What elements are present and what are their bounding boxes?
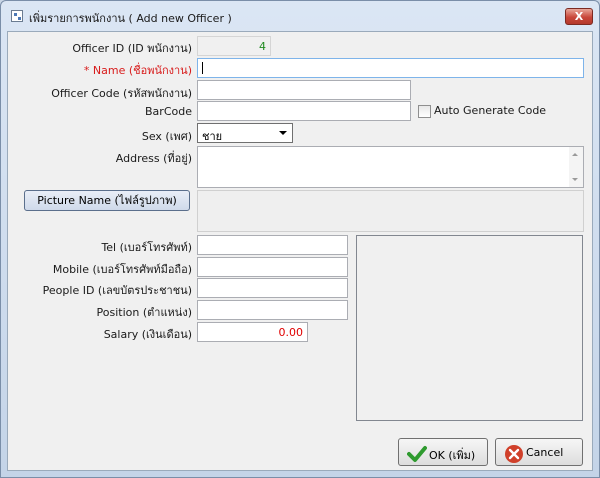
window-title: เพิ่มรายการพนักงาน ( Add new Officer ) (29, 12, 232, 25)
officer-id-field: 4 (197, 36, 271, 56)
checkmark-icon (407, 446, 427, 462)
position-field[interactable] (197, 300, 348, 320)
name-field[interactable] (197, 58, 584, 78)
form-area: Officer ID (ID พนักงาน) 4 * Name (ชื่อพน… (7, 31, 593, 471)
auto-generate-label: Auto Generate Code (434, 104, 547, 117)
position-label: Position (ตำแหน่ง) (96, 306, 192, 319)
officer-code-label: Officer Code (รหัสพนักงาน) (51, 87, 192, 100)
app-icon (11, 10, 23, 22)
salary-field[interactable]: 0.00 (197, 322, 308, 342)
chevron-down-icon (279, 131, 287, 135)
tel-label: Tel (เบอร์โทรศัพท์) (101, 241, 192, 254)
title-bar: เพิ่มรายการพนักงาน ( Add new Officer ) X (1, 1, 599, 31)
address-field[interactable] (197, 146, 584, 188)
name-label: * Name (ชื่อพนักงาน) (83, 64, 192, 77)
mobile-label: Mobile (เบอร์โทรศัพท์มือถือ) (52, 263, 192, 276)
sex-label: Sex (เพศ) (141, 130, 192, 143)
cancel-icon (505, 445, 523, 463)
people-id-field[interactable] (197, 278, 348, 298)
sex-select-value: ชาย (202, 130, 223, 143)
scroll-up-icon[interactable] (572, 153, 578, 156)
photo-preview (356, 235, 583, 421)
ok-button[interactable]: OK (เพิ่ม) (398, 438, 488, 466)
people-id-label: People ID (เลขบัตรประชาชน) (42, 284, 192, 297)
address-scrollbar[interactable] (569, 147, 583, 187)
close-button[interactable]: X (565, 8, 593, 25)
barcode-field[interactable] (197, 101, 411, 121)
officer-code-field[interactable] (197, 80, 411, 100)
scroll-down-icon[interactable] (572, 178, 578, 181)
barcode-label: BarCode (145, 105, 192, 118)
tel-field[interactable] (197, 235, 348, 255)
auto-generate-checkbox[interactable] (418, 105, 431, 118)
salary-label: Salary (เงินเดือน) (103, 328, 192, 341)
officer-id-label: Officer ID (ID พนักงาน) (72, 42, 192, 55)
text-caret (202, 62, 203, 74)
mobile-field[interactable] (197, 257, 348, 277)
ok-button-label: OK (เพิ่ม) (429, 449, 476, 462)
sex-select[interactable]: ชาย (197, 123, 293, 143)
address-label: Address (ที่อยู่) (115, 152, 192, 165)
cancel-button[interactable]: Cancel (495, 438, 583, 466)
dialog-window: เพิ่มรายการพนักงาน ( Add new Officer ) X… (0, 0, 600, 478)
picture-name-button[interactable]: Picture Name (ไฟล์รูปภาพ) (24, 190, 190, 211)
picture-name-panel (197, 190, 584, 232)
cancel-button-label: Cancel (526, 446, 564, 459)
